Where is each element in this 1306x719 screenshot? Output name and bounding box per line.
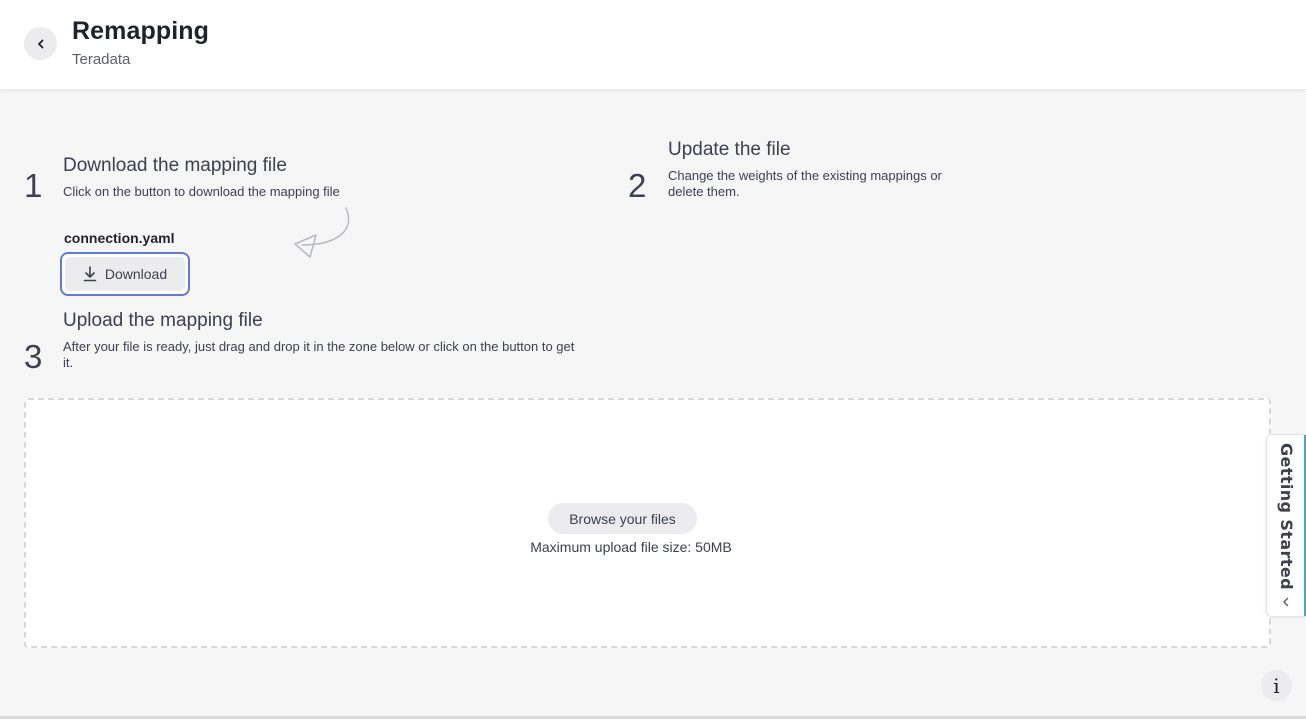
back-button[interactable] [24,27,57,60]
chevron-left-icon [1283,597,1289,607]
info-button[interactable]: i [1261,670,1292,701]
mapping-filename: connection.yaml [64,230,175,246]
download-button[interactable]: Download [60,252,190,296]
step-description: Change the weights of the existing mappi… [668,168,942,199]
page-subtitle: Teradata [72,51,131,68]
step-number: 1 [24,167,43,204]
browse-files-button[interactable]: Browse your files [548,503,697,534]
download-button-label: Download [104,266,168,282]
page-header: Remapping Teradata [0,0,1306,90]
chevron-left-icon [37,39,43,48]
page-title: Remapping [72,17,210,45]
step-description: After your file is ready, just drag and … [63,339,575,370]
getting-started-tab[interactable]: Getting Started [1266,434,1306,617]
step-description: Click on the button to download the mapp… [63,184,340,199]
max-upload-size-text: Maximum upload file size: 50MB [530,539,732,555]
curved-arrow-icon [294,207,350,258]
getting-started-label: Getting Started [1277,443,1296,590]
download-icon [83,266,97,282]
step-title: Download the mapping file [63,155,287,176]
step-number: 2 [628,167,647,204]
step-title: Upload the mapping file [63,310,263,331]
step-number: 3 [24,338,43,375]
step-title: Update the file [668,139,791,160]
